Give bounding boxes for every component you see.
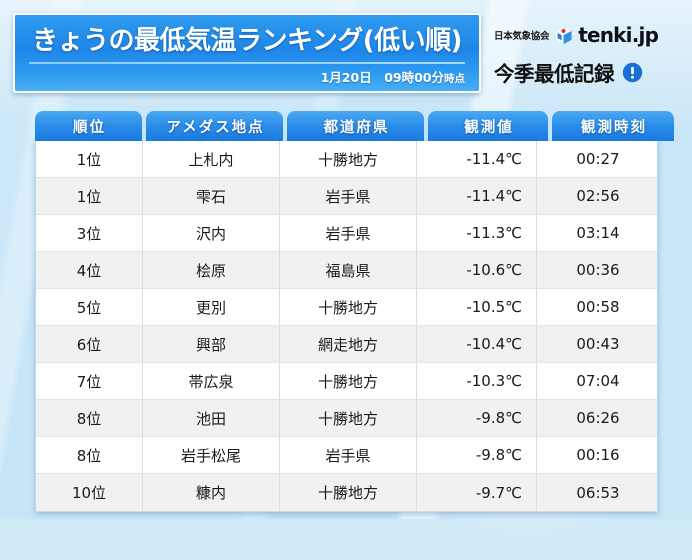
brand-block: 日本気象協会 tenki.jp 今季最低記録 (494, 23, 684, 87)
exclamation-circle-icon (622, 62, 643, 83)
column-header-prefecture: 都道府県 (287, 111, 424, 141)
cell-time: 06:26 (576, 409, 620, 427)
table-row: 3位 沢内 岩手県 -11.3℃ 03:14 (36, 215, 657, 252)
table-row: 1位 雫石 岩手県 -11.4℃ 02:56 (36, 178, 657, 215)
cell-time: 00:27 (576, 150, 620, 168)
cell-value: -10.5℃ (417, 289, 537, 325)
cell-pref: 十勝地方 (280, 141, 417, 177)
cell-time: 00:16 (576, 446, 620, 464)
column-header-value: 観測値 (428, 111, 548, 141)
column-header-time: 観測時刻 (552, 111, 674, 141)
cell-point: 岩手松尾 (143, 437, 280, 473)
cell-time: 02:56 (576, 187, 620, 205)
cell-time: 00:58 (576, 298, 620, 316)
observation-timestamp: 1月20日 09時00分時点 (321, 67, 465, 86)
table-row: 6位 興部 網走地方 -10.4℃ 00:43 (36, 326, 657, 363)
brand-name: tenki.jp (578, 23, 659, 47)
page-title: きょうの最低気温ランキング(低い順) (32, 26, 463, 56)
cell-point: 雫石 (143, 178, 280, 214)
timestamp-main: 1月20日 09時00分 (320, 70, 444, 85)
table-body: 1位 上札内 十勝地方 -11.4℃ 00:27 1位 雫石 岩手県 -11.4℃ 02:56 3位… (35, 141, 658, 512)
cell-value: -10.4℃ (417, 326, 537, 362)
table-row: 8位 岩手松尾 岩手県 -9.8℃ 00:16 (36, 437, 657, 474)
table-header-row: 順位 アメダス地点 都道府県 観測値 観測時刻 (35, 111, 674, 141)
minimum-temperature-ranking-table: 順位 アメダス地点 都道府県 観測値 観測時刻 1位 上札内 十勝地方 -11.4℃ 0… (35, 111, 674, 512)
cell-rank: 8位 (36, 400, 143, 436)
cell-value: -11.4℃ (417, 141, 537, 177)
brand-row: 日本気象協会 tenki.jp (494, 23, 684, 47)
cell-pref: 岩手県 (280, 178, 417, 214)
cell-rank: 10位 (36, 474, 143, 511)
cell-value: -9.8℃ (417, 400, 537, 436)
table-row: 8位 池田 十勝地方 -9.8℃ 06:26 (36, 400, 657, 437)
cell-point: 興部 (143, 326, 280, 362)
cell-time: 07:04 (576, 372, 620, 390)
cell-pref: 十勝地方 (280, 474, 417, 511)
cell-time: 00:36 (576, 261, 620, 279)
column-header-point: アメダス地点 (146, 111, 283, 141)
cell-value: -9.7℃ (417, 474, 537, 511)
cell-pref: 岩手県 (280, 215, 417, 251)
title-divider (29, 62, 465, 64)
cell-time: 00:43 (576, 335, 620, 353)
timestamp-suffix: 時点 (444, 73, 465, 85)
cell-pref: 十勝地方 (280, 289, 417, 325)
cell-rank: 3位 (36, 215, 143, 251)
cell-pref: 福島県 (280, 252, 417, 288)
cell-rank: 7位 (36, 363, 143, 399)
cell-rank: 4位 (36, 252, 143, 288)
cell-value: -10.3℃ (417, 363, 537, 399)
title-banner: きょうの最低気温ランキング(低い順) 1月20日 09時00分時点 (13, 13, 481, 93)
cell-point: 糠内 (143, 474, 280, 511)
table-row: 1位 上札内 十勝地方 -11.4℃ 00:27 (36, 141, 657, 178)
cell-point: 帯広泉 (143, 363, 280, 399)
brand-organization-label: 日本気象協会 (494, 31, 550, 42)
cell-pref: 十勝地方 (280, 363, 417, 399)
cell-rank: 1位 (36, 141, 143, 177)
cell-point: 池田 (143, 400, 280, 436)
cell-point: 更別 (143, 289, 280, 325)
table-row: 10位 糠内 十勝地方 -9.7℃ 06:53 (36, 474, 657, 511)
table-row: 7位 帯広泉 十勝地方 -10.3℃ 07:04 (36, 363, 657, 400)
cell-value: -9.8℃ (417, 437, 537, 473)
cell-point: 上札内 (143, 141, 280, 177)
cell-rank: 6位 (36, 326, 143, 362)
cell-value: -10.6℃ (417, 252, 537, 288)
record-badge: 今季最低記録 (494, 57, 684, 87)
cell-value: -11.4℃ (417, 178, 537, 214)
cell-pref: 十勝地方 (280, 400, 417, 436)
cell-rank: 1位 (36, 178, 143, 214)
cell-pref: 網走地方 (280, 326, 417, 362)
tenki-cube-logo-icon (554, 26, 573, 45)
column-header-rank: 順位 (35, 111, 142, 141)
cell-point: 桧原 (143, 252, 280, 288)
cell-rank: 8位 (36, 437, 143, 473)
cell-pref: 岩手県 (280, 437, 417, 473)
cell-point: 沢内 (143, 215, 280, 251)
cell-rank: 5位 (36, 289, 143, 325)
table-row: 4位 桧原 福島県 -10.6℃ 00:36 (36, 252, 657, 289)
table-row: 5位 更別 十勝地方 -10.5℃ 00:58 (36, 289, 657, 326)
cell-time: 06:53 (576, 483, 620, 502)
record-label: 今季最低記録 (494, 62, 615, 86)
page-header: きょうの最低気温ランキング(低い順) 1月20日 09時00分時点 日本気象協会… (0, 0, 692, 104)
cell-value: -11.3℃ (417, 215, 537, 251)
cell-time: 03:14 (576, 224, 620, 242)
